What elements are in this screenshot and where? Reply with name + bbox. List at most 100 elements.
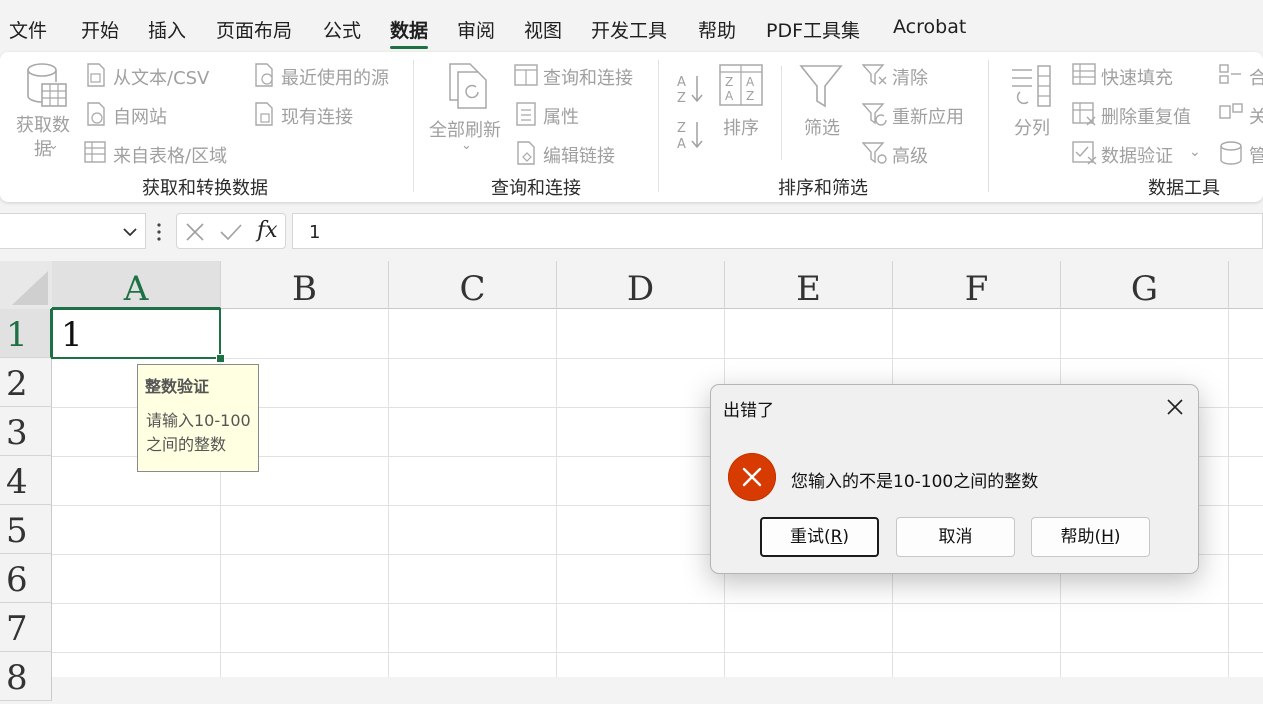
svg-text:Z: Z xyxy=(677,121,686,136)
table-icon xyxy=(84,141,106,163)
existing-connections-icon xyxy=(254,102,276,126)
manage-data-model-button[interactable]: 管 xyxy=(1249,142,1263,168)
row-header-1[interactable]: 1 xyxy=(0,309,52,358)
row-header-6[interactable]: 6 xyxy=(0,554,52,603)
name-box[interactable] xyxy=(0,213,146,249)
grid-line xyxy=(1228,309,1229,677)
relationships-button[interactable]: 关 xyxy=(1249,103,1263,129)
tab-review[interactable]: 审阅 xyxy=(457,16,495,43)
retry-accesskey: R xyxy=(830,527,843,547)
properties-button[interactable]: 属性 xyxy=(543,103,579,129)
grid-line xyxy=(556,309,557,677)
tab-file[interactable]: 文件 xyxy=(9,16,47,43)
ribbon-separator xyxy=(413,60,414,192)
clear-filter-icon xyxy=(862,63,888,87)
formula-input[interactable]: 1 xyxy=(292,213,1263,249)
group-label-queries: 查询和连接 xyxy=(491,178,581,199)
from-table-range-button[interactable]: 来自表格/区域 xyxy=(113,142,227,168)
tab-developer[interactable]: 开发工具 xyxy=(591,16,667,43)
consolidate-button[interactable]: 合 xyxy=(1249,64,1263,90)
column-header-c[interactable]: C xyxy=(389,261,557,309)
cell-a1[interactable]: 1 xyxy=(51,308,221,359)
tab-pdf-tools[interactable]: PDF工具集 xyxy=(766,16,860,43)
svg-text:Z: Z xyxy=(677,91,686,106)
from-web-button[interactable]: 自网站 xyxy=(113,103,167,129)
grid-line xyxy=(52,603,1263,604)
flash-fill-icon xyxy=(1072,63,1096,85)
text-file-icon xyxy=(86,63,106,87)
row-header-5[interactable]: 5 xyxy=(0,505,52,554)
cancel-icon[interactable] xyxy=(185,222,205,242)
flash-fill-button[interactable]: 快速填充 xyxy=(1101,64,1173,90)
select-all-corner[interactable] xyxy=(0,261,52,309)
filter-button[interactable]: 筛选 xyxy=(804,114,840,140)
data-model-icon xyxy=(1219,141,1243,165)
tab-insert[interactable]: 插入 xyxy=(148,16,186,43)
error-message: 您输入的不是10-100之间的整数 xyxy=(791,472,1039,492)
queries-connections-button[interactable]: 查询和连接 xyxy=(543,64,633,90)
filter-icon xyxy=(799,64,843,108)
tab-data[interactable]: 数据 xyxy=(390,16,429,49)
help-button[interactable]: 帮助(H) xyxy=(1031,517,1150,557)
more-options-icon[interactable] xyxy=(156,222,162,242)
consolidate-icon xyxy=(1219,63,1243,85)
get-data-icon xyxy=(24,62,70,110)
get-data-button[interactable]: 获取数 据 xyxy=(15,114,71,162)
svg-text:A: A xyxy=(677,75,686,90)
tab-formulas[interactable]: 公式 xyxy=(323,16,361,43)
column-header-g[interactable]: G xyxy=(1061,261,1229,309)
queries-connections-icon xyxy=(514,64,538,86)
close-icon[interactable] xyxy=(1163,395,1187,419)
tab-help[interactable]: 帮助 xyxy=(698,16,736,43)
row-header-3[interactable]: 3 xyxy=(0,407,52,456)
row-header-4[interactable]: 4 xyxy=(0,456,52,505)
row-header-2[interactable]: 2 xyxy=(0,358,52,407)
from-text-csv-button[interactable]: 从文本/CSV xyxy=(113,64,209,90)
formula-buttons: fx xyxy=(176,213,286,249)
tab-home[interactable]: 开始 xyxy=(81,16,119,43)
advanced-filter-icon xyxy=(862,141,888,165)
remove-duplicates-button[interactable]: 删除重复值 xyxy=(1101,103,1191,129)
advanced-button[interactable]: 高级 xyxy=(892,142,928,168)
fill-handle[interactable] xyxy=(216,354,225,363)
column-header-b[interactable]: B xyxy=(221,261,389,309)
data-validation-button[interactable]: 数据验证 xyxy=(1101,142,1173,168)
column-header-h[interactable] xyxy=(1229,261,1263,309)
svg-text:A: A xyxy=(746,75,755,89)
sort-descending-icon: ZA xyxy=(675,118,705,152)
web-icon xyxy=(86,102,106,126)
retry-button[interactable]: 重试(R) xyxy=(760,517,879,557)
clear-button[interactable]: 清除 xyxy=(892,64,928,90)
svg-text:Z: Z xyxy=(725,75,733,89)
group-label-data-tools: 数据工具 xyxy=(1148,178,1220,199)
ribbon-separator xyxy=(988,60,989,192)
tab-view[interactable]: 视图 xyxy=(524,16,562,43)
reapply-button[interactable]: 重新应用 xyxy=(892,103,964,129)
grid-line xyxy=(52,358,1263,359)
sort-button[interactable]: 排序 xyxy=(723,114,759,140)
column-header-a[interactable]: A xyxy=(52,261,221,309)
tab-page-layout[interactable]: 页面布局 xyxy=(216,16,292,43)
enter-check-icon[interactable] xyxy=(219,222,243,242)
cancel-button[interactable]: 取消 xyxy=(896,517,1015,557)
recent-sources-button[interactable]: 最近使用的源 xyxy=(281,64,389,90)
data-validation-icon xyxy=(1072,141,1098,165)
edit-links-button[interactable]: 编辑链接 xyxy=(543,142,615,168)
input-message-tooltip: 整数验证 请输入10-100之间的整数 xyxy=(137,364,259,472)
retry-label: 重试( xyxy=(789,527,831,547)
column-header-d[interactable]: D xyxy=(557,261,725,309)
text-to-columns-button[interactable]: 分列 xyxy=(1014,114,1050,140)
row-header-7[interactable]: 7 xyxy=(0,603,52,652)
ribbon: 获取数 据 ⌄ 从文本/CSV 自网站 来自表格/区域 最近使用的源 现有连接 … xyxy=(0,52,1263,202)
help-paren: ) xyxy=(1113,527,1121,547)
column-header-f[interactable]: F xyxy=(893,261,1061,309)
refresh-all-icon xyxy=(446,62,490,110)
chevron-down-icon: ⌄ xyxy=(1189,144,1201,160)
chevron-down-icon[interactable] xyxy=(122,226,138,238)
insert-function-button[interactable]: fx xyxy=(257,218,278,243)
existing-connections-button[interactable]: 现有连接 xyxy=(281,103,353,129)
grid-line xyxy=(388,309,389,677)
svg-text:Z: Z xyxy=(746,89,754,103)
tab-acrobat[interactable]: Acrobat xyxy=(893,16,966,38)
column-header-e[interactable]: E xyxy=(725,261,893,309)
